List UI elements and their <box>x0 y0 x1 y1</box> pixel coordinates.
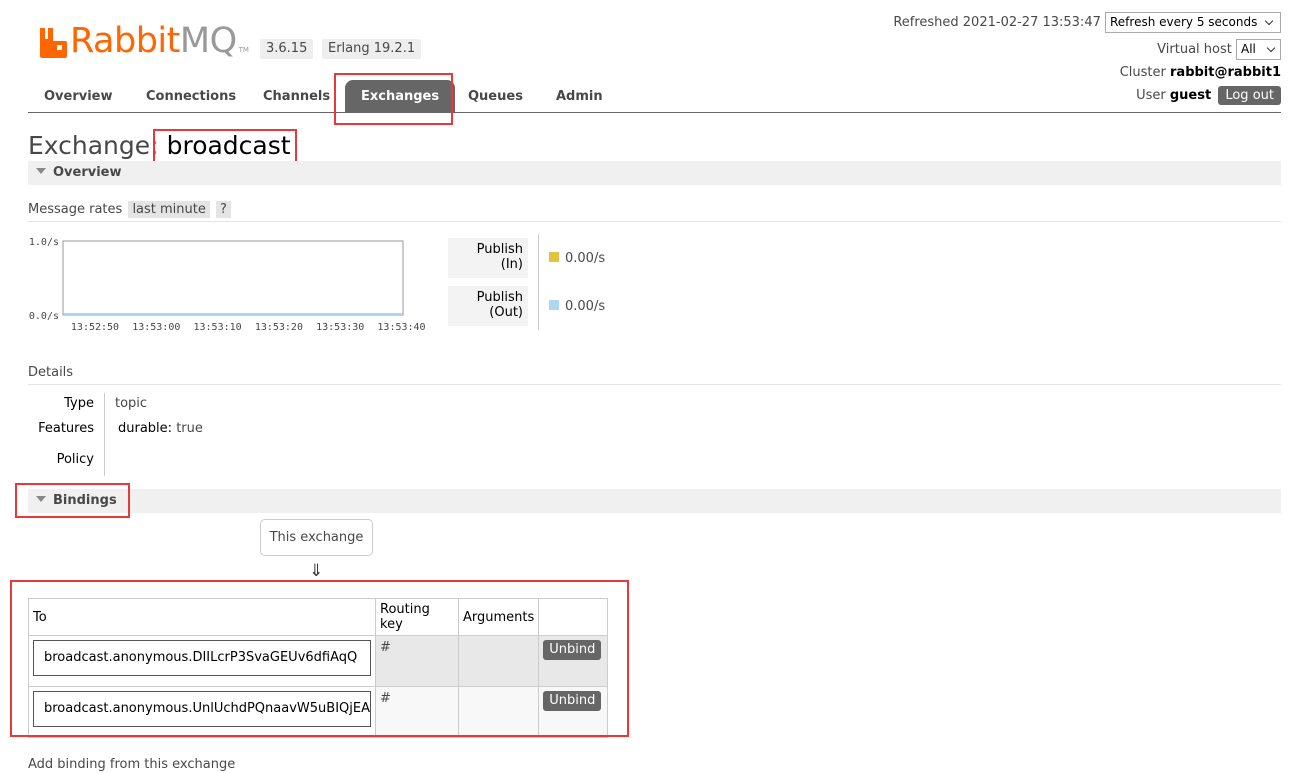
down-arrow-icon: ⇓ <box>309 561 324 581</box>
main-nav: Overview Connections Channels Exchanges … <box>28 80 1281 113</box>
chevron-down-icon <box>1264 16 1274 26</box>
chevron-down-icon <box>1266 43 1276 53</box>
rabbitmq-logo-icon <box>38 26 68 58</box>
y-tick-label: 1.0/s <box>29 237 59 248</box>
x-tick-label: 13:53:20 <box>255 322 303 333</box>
cluster-label: Cluster <box>1119 65 1166 80</box>
message-rates-chart: 1.0/s 0.0/s 13:52:50 13:53:00 13:53:10 13:53:… <box>29 237 426 333</box>
rate-publish-out: 0.00/s <box>549 299 605 314</box>
details-divider <box>104 393 105 476</box>
swatch-publish-out <box>549 300 559 310</box>
vhost-label: Virtual host <box>1157 42 1232 57</box>
details-heading-label: Details <box>28 365 74 380</box>
plot-area <box>62 240 404 316</box>
x-tick-label: 13:53:30 <box>316 322 364 333</box>
rate-publish-out-value: 0.00/s <box>565 299 606 314</box>
x-tick-label: 13:53:40 <box>377 322 425 333</box>
legend-publish-in-line1: Publish <box>476 242 523 257</box>
page-title-prefix: Exchange: <box>28 131 159 160</box>
features-label: Features <box>38 421 94 436</box>
tab-channels[interactable]: Channels <box>247 80 346 113</box>
collapse-triangle-icon <box>36 168 46 174</box>
refresh-select-value: Refresh every 5 seconds <box>1110 15 1258 29</box>
y-tick-label: 0.0/s <box>29 311 59 322</box>
type-label: Type <box>64 396 94 411</box>
logo-text-mq: MQ <box>179 21 237 61</box>
highlight-box <box>334 73 453 125</box>
refresh-select[interactable]: Refresh every 5 seconds <box>1105 12 1281 33</box>
cluster-value: rabbit@rabbit1 <box>1170 65 1281 80</box>
type-value: topic <box>115 396 148 411</box>
rate-publish-in: 0.00/s <box>549 251 605 266</box>
legend-publish-in: Publish (In) <box>448 238 528 278</box>
features-value: durable: true <box>118 421 203 436</box>
legend-publish-out-line2: (Out) <box>489 305 523 320</box>
range-selector[interactable]: last minute <box>128 201 210 218</box>
legend-divider <box>538 234 539 330</box>
overview-section-toggle[interactable]: Overview <box>28 161 1281 185</box>
tab-admin[interactable]: Admin <box>540 80 619 113</box>
overview-section-label: Overview <box>53 165 122 180</box>
message-rates-label: Message rates <box>28 202 123 217</box>
details-heading: Details <box>28 365 1281 385</box>
x-tick-label: 13:53:00 <box>132 322 180 333</box>
tab-overview[interactable]: Overview <box>28 80 129 113</box>
vhost-select-value: All <box>1241 42 1256 56</box>
highlight-box <box>15 483 130 518</box>
x-tick-label: 13:53:10 <box>194 322 242 333</box>
feature-durable-value: true <box>176 421 203 436</box>
help-button[interactable]: ? <box>216 201 231 218</box>
legend-publish-out: Publish (Out) <box>448 286 528 326</box>
legend-publish-out-line1: Publish <box>476 290 523 305</box>
bindings-section-toggle[interactable]: Bindings <box>28 489 1281 513</box>
x-tick-label: 13:52:50 <box>71 322 119 333</box>
logo-trademark: TM <box>238 46 249 54</box>
version-badge: 3.6.15 <box>260 39 314 59</box>
rabbitmq-logo: RabbitMQ TM <box>38 20 249 61</box>
legend-publish-in-line2: (In) <box>500 257 523 272</box>
refreshed-label: Refreshed 2021-02-27 13:53:47 <box>893 15 1101 30</box>
policy-label: Policy <box>56 452 94 467</box>
cluster-row: Cluster rabbit@rabbit1 <box>1120 65 1281 80</box>
refresh-row: Refreshed 2021-02-27 13:53:47 Refresh ev… <box>893 12 1281 33</box>
logo-text-rabbit: Rabbit <box>70 21 180 61</box>
vhost-row: Virtual host All <box>1157 39 1281 60</box>
rate-publish-in-value: 0.00/s <box>565 251 606 266</box>
tab-connections[interactable]: Connections <box>130 80 252 113</box>
add-binding-heading: Add binding from this exchange <box>28 757 236 772</box>
this-exchange-box: This exchange <box>260 519 373 556</box>
feature-durable-key: durable: <box>118 421 173 436</box>
vhost-select[interactable]: All <box>1236 39 1281 60</box>
message-rates-header: Message rates last minute ? <box>28 201 1281 222</box>
tab-queues[interactable]: Queues <box>452 80 539 113</box>
erlang-badge: Erlang 19.2.1 <box>322 39 422 59</box>
swatch-publish-in <box>549 252 559 262</box>
highlight-box <box>10 580 629 737</box>
